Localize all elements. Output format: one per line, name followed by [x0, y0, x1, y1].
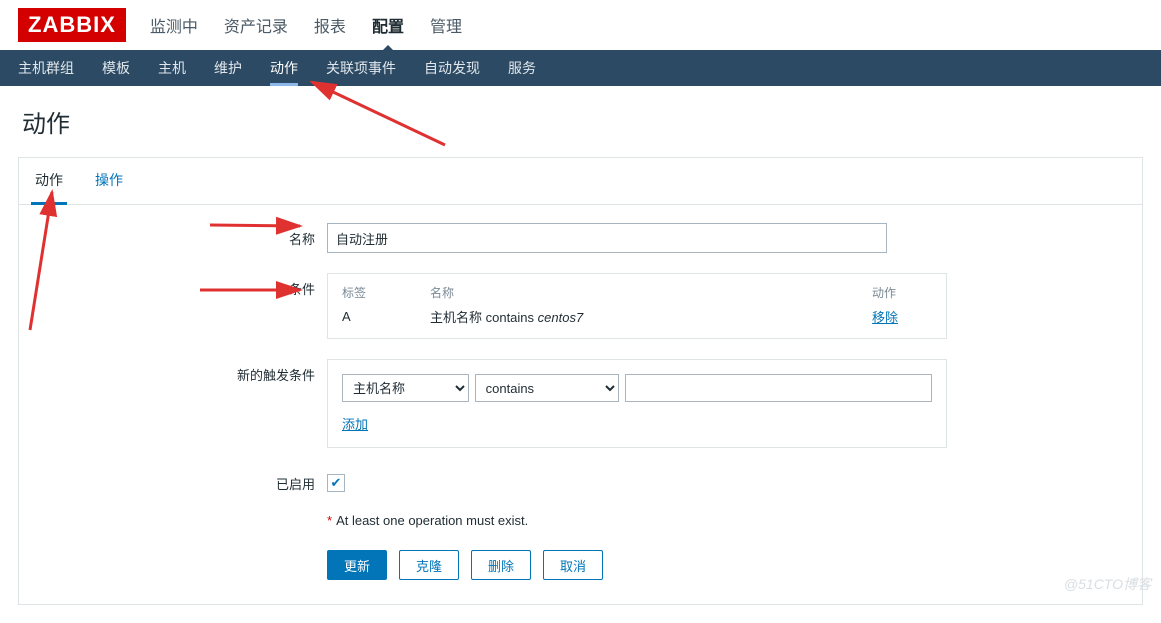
top-nav: ZABBIX 监测中 资产记录 报表 配置 管理 — [0, 0, 1161, 50]
update-button[interactable]: 更新 — [327, 550, 387, 580]
remove-condition-link[interactable]: 移除 — [872, 310, 898, 325]
label-enabled: 已启用 — [37, 468, 327, 493]
sub-nav: 主机群组 模板 主机 维护 动作 关联项事件 自动发现 服务 — [0, 50, 1161, 86]
subnav-maintenance[interactable]: 维护 — [214, 50, 242, 86]
conditions-box: 标签 名称 动作 A 主机名称 contains centos7 移除 — [327, 273, 947, 339]
cond-col-action: 动作 — [872, 284, 932, 301]
trigger-value-input[interactable] — [625, 374, 932, 402]
tab-action[interactable]: 动作 — [31, 158, 67, 205]
conditions-header: 标签 名称 动作 — [342, 284, 932, 301]
nav-configuration[interactable]: 配置 — [370, 0, 406, 50]
nav-reports[interactable]: 报表 — [312, 0, 348, 50]
nav-monitoring[interactable]: 监测中 — [148, 0, 200, 50]
subnav-hosts[interactable]: 主机 — [158, 50, 186, 86]
subnav-hostgroups[interactable]: 主机群组 — [18, 50, 74, 86]
subnav-actions[interactable]: 动作 — [270, 50, 298, 86]
cancel-button[interactable]: 取消 — [543, 550, 603, 580]
label-conditions: 条件 — [37, 273, 327, 298]
trigger-field-select[interactable]: 主机名称 — [342, 374, 469, 402]
row-conditions: 条件 标签 名称 动作 A 主机名称 contains centos7 移除 — [37, 273, 1124, 339]
warning-text: *At least one operation must exist. — [327, 513, 528, 528]
tab-operations[interactable]: 操作 — [91, 158, 127, 204]
table-row: A 主机名称 contains centos7 移除 — [342, 307, 932, 326]
cond-tag-value: A — [342, 309, 430, 324]
add-trigger-link[interactable]: 添加 — [342, 417, 368, 432]
trigger-op-select[interactable]: contains — [475, 374, 619, 402]
delete-button[interactable]: 删除 — [471, 550, 531, 580]
cond-name-value: 主机名称 contains centos7 — [430, 307, 872, 326]
content-box: 动作 操作 名称 条件 标签 名称 动作 A 主机名称 — [18, 157, 1143, 605]
nav-inventory[interactable]: 资产记录 — [222, 0, 290, 50]
cond-col-name: 名称 — [430, 284, 872, 301]
page-title: 动作 — [0, 86, 1161, 157]
row-warning: *At least one operation must exist. — [37, 513, 1124, 528]
subnav-discovery[interactable]: 自动发现 — [424, 50, 480, 86]
trigger-box: 主机名称 contains 添加 — [327, 359, 947, 448]
nav-admin[interactable]: 管理 — [428, 0, 464, 50]
tabs: 动作 操作 — [19, 158, 1142, 205]
watermark: @51CTO博客 — [1064, 574, 1151, 594]
enabled-checkbox[interactable]: ✔ — [327, 474, 345, 492]
clone-button[interactable]: 克隆 — [399, 550, 459, 580]
subnav-correlation[interactable]: 关联项事件 — [326, 50, 396, 86]
form: 名称 条件 标签 名称 动作 A 主机名称 contains centos7 — [19, 205, 1142, 580]
row-name: 名称 — [37, 223, 1124, 253]
label-name: 名称 — [37, 223, 327, 248]
row-new-trigger: 新的触发条件 主机名称 contains 添加 — [37, 359, 1124, 448]
label-new-trigger: 新的触发条件 — [37, 359, 327, 384]
row-enabled: 已启用 ✔ — [37, 468, 1124, 493]
row-buttons: 更新 克隆 删除 取消 — [37, 536, 1124, 580]
subnav-services[interactable]: 服务 — [508, 50, 536, 86]
name-input[interactable] — [327, 223, 887, 253]
cond-col-tag: 标签 — [342, 284, 430, 301]
subnav-templates[interactable]: 模板 — [102, 50, 130, 86]
logo: ZABBIX — [18, 8, 126, 42]
